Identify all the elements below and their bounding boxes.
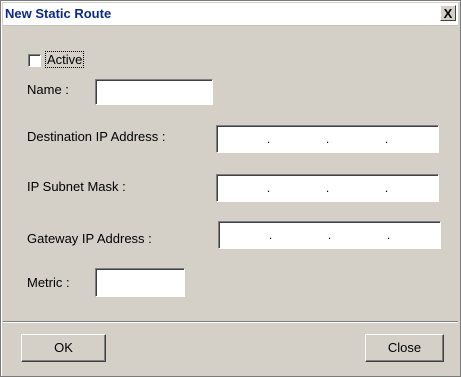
ip-dot: .: [386, 228, 391, 242]
title-bar[interactable]: New Static Route X: [3, 3, 458, 26]
ok-button[interactable]: OK: [21, 334, 106, 362]
metric-field[interactable]: [95, 268, 185, 297]
dialog-window: New Static Route X Active Name : Destina…: [0, 0, 461, 377]
active-checkbox[interactable]: [28, 54, 41, 67]
gateway-ip-label: Gateway IP Address :: [27, 231, 152, 246]
close-button[interactable]: Close: [365, 334, 444, 362]
ip-dot: .: [384, 132, 389, 146]
ip-dot: .: [266, 132, 271, 146]
ip-dot: .: [327, 228, 332, 242]
ip-dot: .: [266, 181, 271, 195]
ip-dot: .: [325, 132, 330, 146]
ip-dot: .: [384, 181, 389, 195]
name-label: Name :: [27, 82, 69, 97]
footer-separator: [3, 321, 458, 323]
active-label[interactable]: Active: [45, 51, 85, 68]
name-field[interactable]: [95, 79, 213, 105]
ip-dot: .: [268, 228, 273, 242]
subnet-mask-field[interactable]: . . .: [216, 174, 439, 202]
metric-label: Metric :: [27, 275, 70, 290]
close-icon[interactable]: X: [440, 5, 456, 21]
destination-ip-label: Destination IP Address :: [27, 129, 166, 144]
subnet-mask-label: IP Subnet Mask :: [27, 179, 126, 194]
ip-dot: .: [325, 181, 330, 195]
destination-ip-field[interactable]: . . .: [216, 125, 439, 153]
gateway-ip-field[interactable]: . . .: [218, 221, 441, 249]
window-title: New Static Route: [5, 6, 112, 21]
